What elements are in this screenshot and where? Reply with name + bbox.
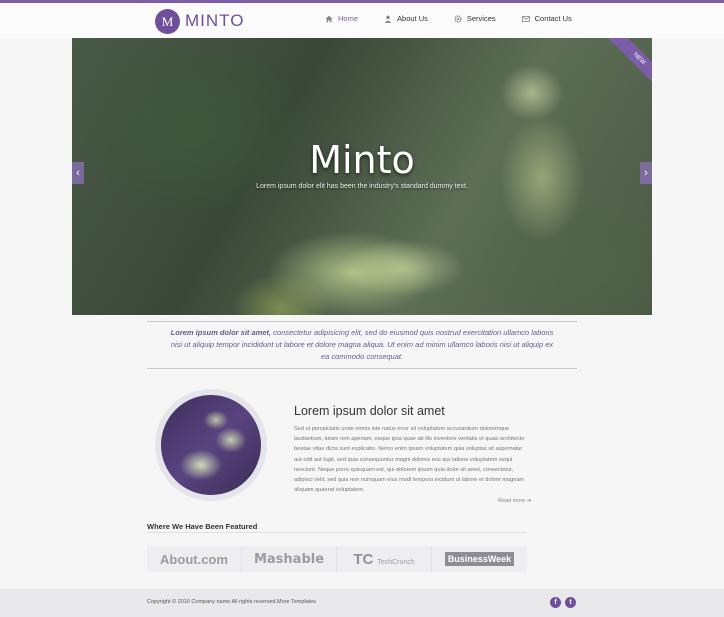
article-image bbox=[155, 389, 267, 501]
article-body: Sed ut perspiciatis unde omnis iste natu… bbox=[294, 426, 525, 494]
nav-label: Home bbox=[338, 14, 359, 23]
main-nav: Home About Us Services Contact Us bbox=[325, 14, 598, 23]
hero-subtitle: Lorem ipsum dolor elit has been the indu… bbox=[256, 183, 468, 190]
about-logo-text: About.com bbox=[160, 551, 228, 567]
logo-badge[interactable]: M bbox=[155, 9, 180, 34]
featured-logos: About.com Mashable TC TechCrunch Business… bbox=[147, 546, 527, 572]
nav-label: About Us bbox=[397, 14, 428, 23]
techcrunch-logo: TC TechCrunch bbox=[353, 551, 414, 568]
gear-icon bbox=[454, 14, 462, 23]
site-header: M MINTO Home About Us Services Contact U… bbox=[0, 3, 724, 38]
hero-slider: Minto Lorem ipsum dolor elit has been th… bbox=[72, 38, 652, 315]
facebook-icon[interactable]: f bbox=[550, 597, 561, 608]
nav-item-about[interactable]: About Us bbox=[384, 14, 428, 23]
featured-logo-businessweek[interactable]: BusinessWeek bbox=[432, 546, 527, 572]
slider-prev-button[interactable]: ‹ bbox=[72, 162, 84, 184]
featured-logo-about[interactable]: About.com bbox=[147, 546, 242, 572]
featured-logo-mashable[interactable]: Mashable bbox=[242, 546, 337, 572]
featured-logo-techcrunch[interactable]: TC TechCrunch bbox=[337, 546, 432, 572]
nav-label: Services bbox=[466, 14, 496, 23]
read-more-link[interactable]: Read more ➜ bbox=[498, 498, 531, 504]
featured-heading: Where We Have Been Featured bbox=[147, 522, 258, 531]
slider-next-button[interactable]: › bbox=[640, 162, 652, 184]
nav-item-contact[interactable]: Contact Us bbox=[521, 14, 572, 23]
divider bbox=[147, 321, 577, 322]
chevron-left-icon: ‹ bbox=[76, 167, 80, 179]
site-logo-text[interactable]: MINTO bbox=[185, 11, 244, 31]
user-icon bbox=[384, 15, 392, 23]
article-title: Lorem ipsum dolor sit amet bbox=[294, 404, 445, 418]
divider bbox=[147, 532, 527, 533]
twitter-icon[interactable]: t bbox=[565, 597, 576, 608]
tc-mark-icon: TC bbox=[353, 550, 374, 568]
techcrunch-logo-text: TechCrunch bbox=[377, 558, 415, 566]
new-badge: NEW bbox=[605, 38, 652, 93]
mashable-logo-text: Mashable bbox=[253, 551, 325, 567]
nav-item-services[interactable]: Services bbox=[454, 14, 496, 23]
new-ribbon: NEW bbox=[597, 38, 652, 93]
mail-icon bbox=[521, 15, 530, 22]
nav-label: Contact Us bbox=[534, 14, 572, 23]
divider bbox=[147, 368, 577, 369]
businessweek-logo-text: BusinessWeek bbox=[444, 552, 515, 566]
hero-title: Minto bbox=[309, 138, 415, 182]
intro-lead: Lorem ipsum dolor sit amet, bbox=[170, 328, 272, 337]
chevron-right-icon: › bbox=[644, 167, 648, 179]
home-icon bbox=[325, 15, 333, 22]
intro-text: Lorem ipsum dolor sit amet, consectetur … bbox=[170, 327, 554, 363]
site-footer: Copyright © 2016 Company name All rights… bbox=[0, 589, 724, 617]
footer-copyright: Copyright © 2016 Company name All rights… bbox=[147, 599, 317, 605]
nav-item-home[interactable]: Home bbox=[325, 14, 358, 23]
